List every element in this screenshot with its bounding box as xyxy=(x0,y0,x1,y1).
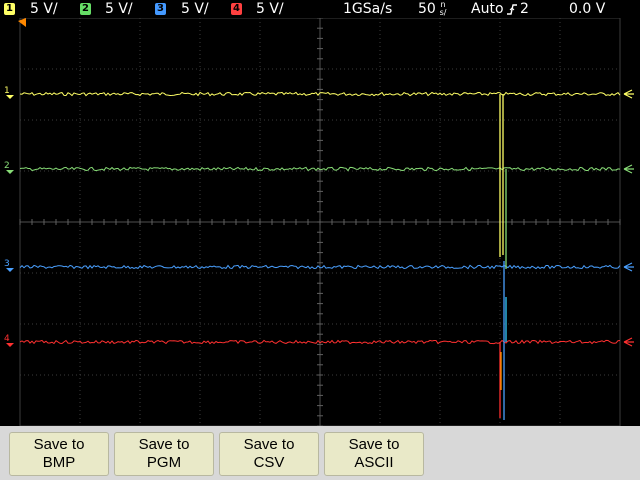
channel-3-ground-arrow xyxy=(6,268,14,272)
channel-2-badge[interactable]: 2 xyxy=(80,3,91,15)
softkey-line1: Save to xyxy=(348,436,400,453)
channel-2-scale: 5 V/ xyxy=(105,1,133,17)
softkey-line2: CSV xyxy=(253,454,285,471)
channel-4-right-arrow xyxy=(623,337,634,347)
channel-4-ground-arrow xyxy=(6,343,14,347)
channel-4-ground-marker: 4 xyxy=(4,334,10,344)
markers-layer: 1 2 3 4 xyxy=(4,18,634,347)
channel-3-right-arrow xyxy=(623,262,634,272)
trigger-level[interactable]: 0.0 V xyxy=(569,0,605,18)
channel-3-scale: 5 V/ xyxy=(181,1,209,17)
save-to-ascii-button[interactable]: Save to ASCII xyxy=(324,432,424,476)
softkey-line2: BMP xyxy=(42,454,76,471)
channel-2-right-arrow xyxy=(623,164,634,174)
save-to-bmp-button[interactable]: Save to BMP xyxy=(9,432,109,476)
channel-3-badge[interactable]: 3 xyxy=(155,3,166,15)
save-to-pgm-button[interactable]: Save to PGM xyxy=(114,432,214,476)
channel-1-right-arrow xyxy=(623,89,634,99)
timebase[interactable]: 50 xyxy=(418,0,436,18)
softkey-line1: Save to xyxy=(33,436,85,453)
softkey-line1: Save to xyxy=(243,436,295,453)
graticule-grid xyxy=(19,18,621,426)
channel-2-ground-arrow xyxy=(6,170,14,174)
channel-3-ground-marker: 3 xyxy=(4,259,10,269)
channel-1-scale: 5 V/ xyxy=(30,1,58,17)
channel-2-ground-marker: 2 xyxy=(4,161,10,171)
save-to-csv-button[interactable]: Save to CSV xyxy=(219,432,319,476)
status-bar: 1 5 V/ 2 5 V/ 3 5 V/ 4 5 V/ 1GSa/s 50 n … xyxy=(0,0,640,18)
waveform-graticule: 1 2 3 4 xyxy=(4,18,634,426)
timebase-unit-seconds: s/ xyxy=(439,8,447,17)
trigger-position-icon xyxy=(18,18,26,27)
softkey-line2: ASCII xyxy=(354,454,394,471)
softkey-line1: Save to xyxy=(138,436,190,453)
waveform-display[interactable]: 1 2 3 4 xyxy=(0,18,640,426)
channel-4-badge[interactable]: 4 xyxy=(231,3,242,15)
softkey-line2: PGM xyxy=(146,454,182,471)
sample-rate: 1GSa/s xyxy=(343,1,393,17)
channel-1-badge[interactable]: 1 xyxy=(4,3,15,15)
channel-4-scale: 5 V/ xyxy=(256,1,284,17)
channel-1-ground-marker: 1 xyxy=(4,86,10,96)
softkey-bar: Save to BMP Save to PGM Save to CSV Save… xyxy=(0,426,640,480)
channel-1-ground-arrow xyxy=(6,95,14,99)
trigger-mode[interactable]: Auto xyxy=(471,0,504,18)
rising-edge-trigger-icon xyxy=(507,4,517,15)
trigger-source: 2 xyxy=(520,1,529,17)
timebase-unit: n s/ xyxy=(437,1,449,17)
